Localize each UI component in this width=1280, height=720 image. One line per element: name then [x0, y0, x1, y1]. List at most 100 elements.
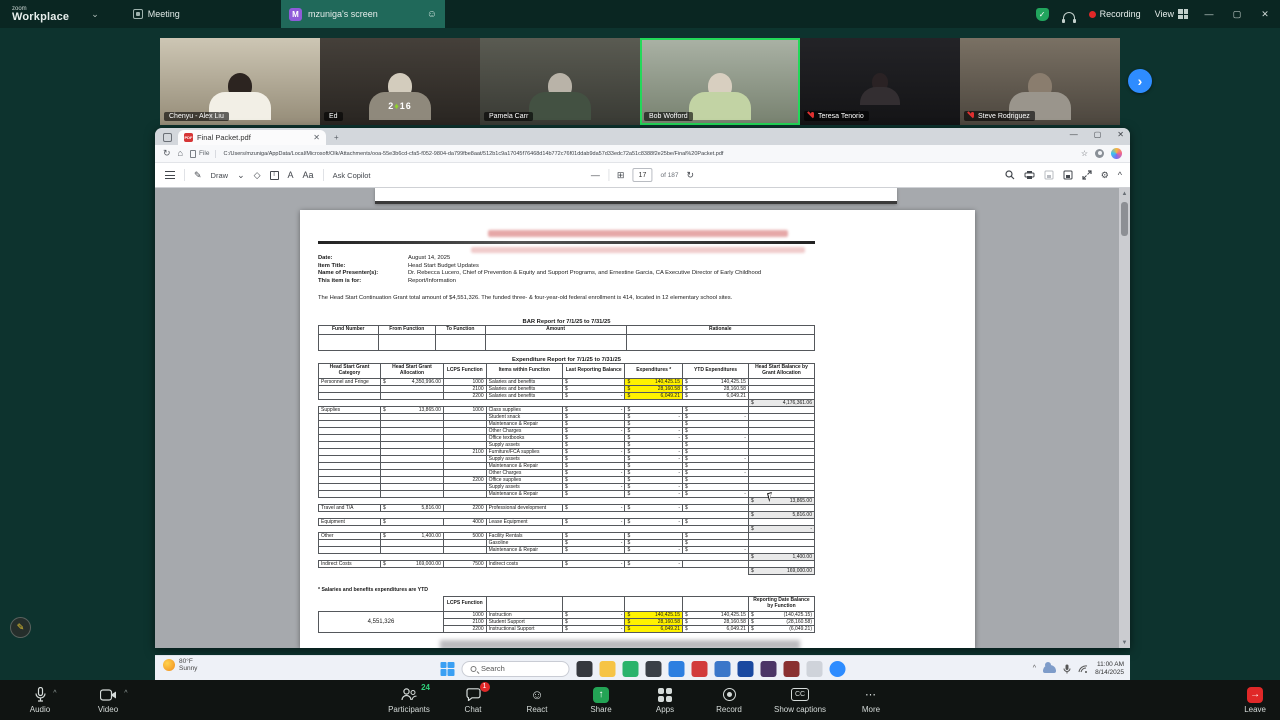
table-cell: $6,049.21 [682, 391, 749, 400]
taskbar-app-word[interactable] [737, 660, 753, 677]
edge-maximize-button[interactable]: ▢ [1094, 130, 1102, 139]
edge-close-button[interactable]: ✕ [1117, 130, 1124, 139]
ask-copilot-button[interactable]: Ask Copilot [333, 171, 371, 180]
fit-page-icon[interactable]: ⊞ [617, 170, 625, 180]
draw-chevron-icon[interactable]: ⌄ [237, 170, 245, 180]
reaction-smiley-icon[interactable]: ☺ [427, 9, 437, 20]
taskbar-app-app-maroon[interactable] [783, 660, 799, 677]
table-cell: Supplies [318, 405, 381, 414]
chat-button[interactable]: 1 Chat [441, 681, 505, 714]
search-icon[interactable] [1005, 170, 1015, 180]
taskbar-search[interactable]: Search [461, 660, 569, 677]
video-tile[interactable]: 2♦16 Ed [320, 38, 480, 125]
taskbar-app-app-red[interactable] [691, 660, 707, 677]
favorites-star-icon[interactable]: ☆ [1081, 149, 1088, 158]
pdf-view-area[interactable]: Date: August 14, 2025 Item Title: Head Sta… [155, 188, 1130, 648]
tab-shared-screen[interactable]: M mzuniga's screen ☺ [281, 0, 445, 28]
profile-icon[interactable] [1095, 149, 1104, 158]
taskbar-app-zoom-app[interactable] [829, 660, 845, 677]
add-text-icon[interactable]: T [269, 170, 279, 180]
url-text[interactable]: C:/Users/mzuniga/AppData/Local/Microsoft… [223, 151, 1073, 157]
fullscreen-icon[interactable] [1082, 170, 1092, 180]
draw-tool-label[interactable]: Draw [211, 171, 229, 180]
security-shield-icon[interactable]: ✓ [1035, 7, 1049, 21]
scroll-down-icon[interactable]: ▼ [1119, 637, 1130, 648]
share-button[interactable]: ↑ Share [569, 686, 633, 714]
new-tab-button[interactable]: + [334, 133, 339, 142]
refresh-icon[interactable]: ↻ [163, 149, 171, 158]
highlighter-icon[interactable]: ✎ [194, 170, 202, 180]
annotation-pencil-button[interactable]: ✎ [10, 617, 31, 638]
tab-close-icon[interactable]: ✕ [313, 133, 320, 142]
page-number-input[interactable]: 17 [632, 168, 653, 182]
save-as-icon[interactable] [1063, 170, 1073, 180]
audio-chevron-icon[interactable]: ^ [53, 690, 56, 697]
video-tile[interactable]: Chenyu - Alex Liu [160, 38, 320, 125]
edge-minimize-button[interactable]: — [1070, 130, 1078, 139]
participants-button[interactable]: 24 Participants [377, 683, 441, 714]
taskbar-app-file-explorer[interactable] [599, 660, 615, 677]
next-participants-button[interactable]: › [1128, 69, 1152, 93]
browser-tab-active[interactable]: PDF Final Packet.pdf ✕ [178, 130, 326, 145]
tray-chevron-icon[interactable]: ^ [1033, 665, 1036, 672]
file-protocol-chip[interactable]: File [189, 149, 217, 158]
table-cell: Maintenance & Repair [485, 545, 563, 554]
rotate-icon[interactable]: ↻ [687, 170, 695, 180]
weather-widget[interactable]: 80°F Sunny [163, 658, 197, 673]
table-cell: $ [682, 440, 749, 449]
zoom-title-bar: zoom Workplace ⌄ Meeting M mzuniga's scr… [0, 0, 1280, 28]
view-button[interactable]: View [1155, 9, 1188, 19]
video-tile-active-speaker[interactable]: Bob Wofford [640, 38, 800, 125]
video-tile[interactable]: Teresa Tenorio [800, 38, 960, 125]
scroll-up-icon[interactable]: ▲ [1119, 188, 1130, 199]
leave-button[interactable]: → Leave [1244, 680, 1266, 720]
table-cell: Lease Equipment [485, 517, 563, 526]
collapse-toolbar-icon[interactable]: ^ [1118, 170, 1122, 180]
read-aloud-icon[interactable]: A [288, 170, 294, 180]
print-icon[interactable] [1024, 170, 1035, 180]
taskbar-app-snipping[interactable] [806, 660, 822, 677]
network-volume-icons[interactable] [1078, 664, 1088, 673]
audio-settings-icon[interactable] [1061, 11, 1076, 23]
taskbar-app-task-view[interactable] [576, 660, 592, 677]
start-button[interactable] [440, 661, 454, 676]
apps-button[interactable]: Apps [633, 687, 697, 714]
save-icon[interactable] [1044, 170, 1054, 180]
video-chevron-icon[interactable]: ^ [124, 690, 127, 697]
taskbar-app-outlook[interactable] [668, 660, 684, 677]
record-button[interactable]: Record [697, 687, 761, 714]
table-row: Personnel and Fringe $4,350,996.00 1000 Sal… [318, 377, 816, 386]
scrollbar-thumb[interactable] [1121, 202, 1128, 236]
settings-gear-icon[interactable]: ⚙ [1101, 170, 1109, 180]
video-tile[interactable]: Pamela Carr [480, 38, 640, 125]
taskbar-app-app-green[interactable] [622, 660, 638, 677]
copilot-icon[interactable] [1111, 148, 1122, 159]
taskbar-app-app-dark-orange[interactable] [645, 660, 661, 677]
table-cell: $ [561, 377, 626, 386]
more-button[interactable]: ⋯ More [839, 687, 903, 714]
table-cell [747, 489, 816, 498]
workspace-chevron-icon[interactable]: ⌄ [91, 9, 99, 20]
onedrive-icon[interactable] [1043, 661, 1057, 673]
react-button[interactable]: ☺ React [505, 687, 569, 714]
close-button[interactable]: ✕ [1258, 9, 1272, 20]
tab-actions-icon[interactable] [163, 133, 172, 142]
taskbar-app-app-purple[interactable] [760, 660, 776, 677]
video-button[interactable]: ^ Video [76, 687, 140, 714]
eraser-icon[interactable]: ◇ [254, 170, 261, 180]
pdf-scrollbar[interactable]: ▲ ▼ [1119, 188, 1130, 648]
maximize-button[interactable]: ▢ [1230, 9, 1244, 20]
minimize-button[interactable]: — [1202, 9, 1216, 19]
toc-menu-icon[interactable] [165, 171, 175, 179]
tab-meeting[interactable]: Meeting [132, 9, 180, 19]
tray-mic-icon[interactable] [1063, 664, 1071, 674]
table-cell: $ [682, 447, 749, 456]
taskbar-app-edge[interactable] [714, 660, 730, 677]
zoom-out-icon[interactable]: — [591, 170, 600, 180]
video-tile[interactable]: Steve Rodriguez [960, 38, 1120, 125]
taskbar-clock[interactable]: 11:00 AM 8/14/2025 [1095, 661, 1124, 677]
home-icon[interactable]: ⌂ [178, 149, 183, 158]
text-size-icon[interactable]: Aa [303, 170, 314, 180]
captions-button[interactable]: CC Show captions [761, 687, 839, 714]
audio-button[interactable]: ^ Audio [8, 687, 72, 714]
